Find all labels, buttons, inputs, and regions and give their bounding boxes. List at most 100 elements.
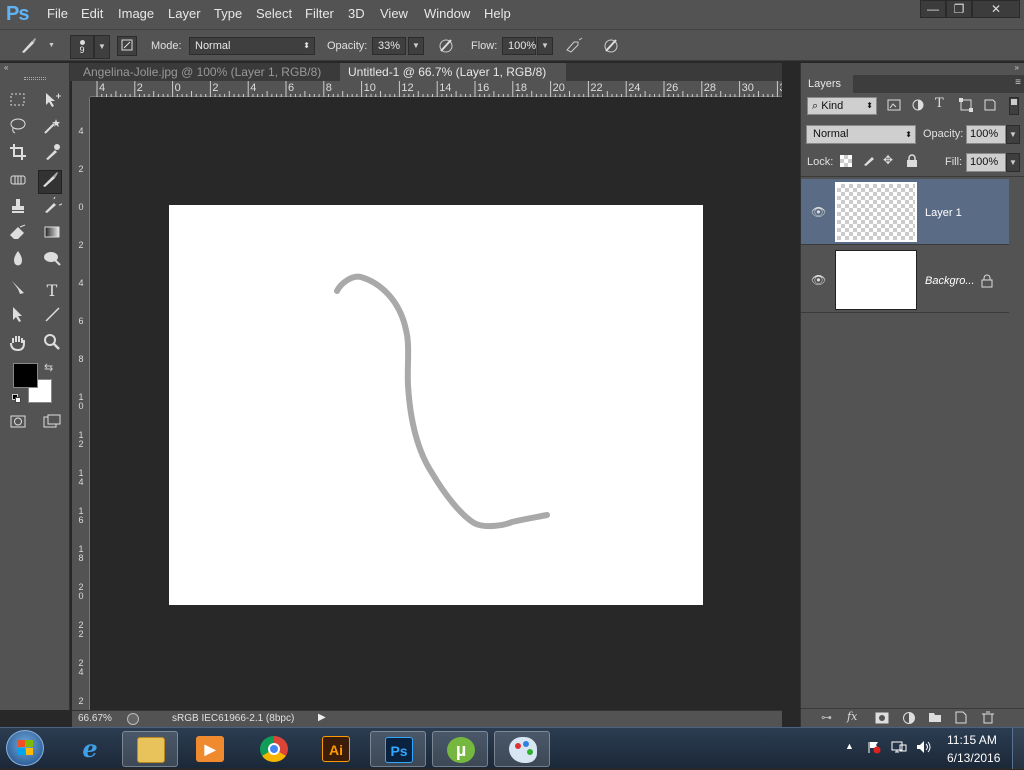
hand-tool-icon[interactable] bbox=[6, 333, 30, 357]
add-mask-icon[interactable] bbox=[875, 712, 889, 727]
collapse-toolbox-icon[interactable]: « bbox=[0, 63, 70, 73]
mode-select[interactable]: Normal ⬍ bbox=[189, 37, 315, 55]
opacity-input[interactable]: 33% bbox=[372, 37, 406, 55]
layer-row-layer-1[interactable]: 👁 Layer 1 bbox=[801, 179, 1009, 245]
panel-menu-icon[interactable]: ≡ bbox=[1015, 77, 1021, 88]
lock-position-icon[interactable]: ✥ bbox=[883, 153, 893, 167]
pressure-opacity-icon[interactable] bbox=[436, 36, 456, 56]
tab-layers[interactable]: Layers bbox=[801, 75, 853, 93]
menu-help[interactable]: Help bbox=[484, 6, 511, 21]
move-tool-icon[interactable] bbox=[40, 91, 64, 115]
pressure-size-icon[interactable] bbox=[601, 36, 621, 56]
new-group-icon[interactable] bbox=[928, 711, 942, 726]
foreground-color-swatch[interactable] bbox=[13, 363, 38, 388]
brush-tool-icon[interactable] bbox=[38, 170, 62, 194]
default-colors-icon[interactable] bbox=[12, 394, 22, 404]
restore-button[interactable]: ❐ bbox=[946, 0, 972, 18]
pen-tool-icon[interactable] bbox=[6, 279, 30, 303]
new-layer-icon[interactable] bbox=[955, 711, 967, 727]
brush-tool-preset-icon[interactable] bbox=[18, 36, 38, 56]
menu-type[interactable]: Type bbox=[214, 6, 242, 21]
swap-colors-icon[interactable]: ⇆ bbox=[44, 361, 53, 374]
blend-mode-select[interactable]: Normal ⬍ bbox=[806, 125, 916, 144]
tab-angelina-jolie[interactable]: Angelina-Jolie.jpg @ 100% (Layer 1, RGB/… bbox=[75, 63, 337, 97]
toolbox-grip[interactable] bbox=[24, 77, 46, 80]
visibility-eye-icon[interactable]: 👁 bbox=[811, 273, 826, 287]
file-explorer-icon[interactable] bbox=[122, 731, 178, 767]
filter-toggle[interactable] bbox=[1009, 97, 1019, 115]
chevron-down-icon[interactable]: ▼ bbox=[48, 42, 55, 49]
link-layers-icon[interactable]: ⊶ bbox=[821, 711, 832, 724]
line-tool-icon[interactable] bbox=[40, 305, 64, 329]
history-brush-tool-icon[interactable] bbox=[40, 194, 65, 221]
paint-icon[interactable] bbox=[494, 731, 550, 767]
layer-name[interactable]: Backgro... bbox=[925, 275, 975, 287]
tab-untitled-1[interactable]: Untitled-1 @ 66.7% (Layer 1, RGB/8) *× bbox=[340, 63, 566, 97]
status-menu-arrow-icon[interactable]: ▶ bbox=[318, 712, 326, 723]
delete-layer-icon[interactable] bbox=[982, 711, 994, 727]
utorrent-icon[interactable]: µ bbox=[432, 731, 488, 767]
eyedropper-tool-icon[interactable] bbox=[40, 143, 64, 167]
layer-opacity-dropdown[interactable]: ▼ bbox=[1006, 125, 1020, 144]
fx-icon[interactable]: fx bbox=[847, 710, 857, 723]
collapse-panel-icon[interactable]: » bbox=[801, 63, 1024, 73]
magic-wand-tool-icon[interactable] bbox=[40, 117, 64, 141]
crop-tool-icon[interactable] bbox=[6, 143, 30, 167]
clone-stamp-tool-icon[interactable] bbox=[6, 197, 30, 221]
dodge-tool-icon[interactable] bbox=[40, 249, 64, 273]
shape-filter-icon[interactable] bbox=[959, 98, 973, 112]
menu-file[interactable]: File bbox=[47, 6, 68, 21]
flow-input[interactable]: 100% bbox=[502, 37, 536, 55]
menu-3d[interactable]: 3D bbox=[348, 6, 365, 21]
menu-edit[interactable]: Edit bbox=[81, 6, 103, 21]
airbrush-icon[interactable] bbox=[564, 36, 584, 56]
menu-view[interactable]: View bbox=[380, 6, 408, 21]
pixel-filter-icon[interactable] bbox=[887, 98, 901, 112]
volume-icon[interactable] bbox=[916, 740, 932, 754]
gradient-tool-icon[interactable] bbox=[40, 223, 64, 247]
layer-row-background[interactable]: 👁 Backgro... bbox=[801, 247, 1009, 313]
healing-brush-tool-icon[interactable] bbox=[6, 171, 30, 195]
document-canvas[interactable] bbox=[169, 205, 703, 605]
lock-all-icon[interactable] bbox=[906, 154, 918, 171]
show-hidden-icons-icon[interactable]: ▲ bbox=[845, 741, 854, 751]
show-desktop-button[interactable] bbox=[1012, 728, 1024, 769]
action-center-icon[interactable] bbox=[867, 740, 881, 754]
chrome-icon[interactable] bbox=[246, 731, 302, 767]
share-icon[interactable] bbox=[127, 713, 139, 725]
menu-window[interactable]: Window bbox=[424, 6, 470, 21]
vertical-ruler[interactable]: 4 2 0 2 4 6 8 10 12 14 16 18 20 22 24 2 bbox=[72, 97, 90, 710]
menu-image[interactable]: Image bbox=[118, 6, 154, 21]
menu-layer[interactable]: Layer bbox=[168, 6, 201, 21]
clock-time[interactable]: 11:15 AM bbox=[947, 733, 997, 747]
layer-name[interactable]: Layer 1 bbox=[925, 207, 962, 219]
brush-picker-arrow[interactable]: ▼ bbox=[94, 35, 110, 59]
media-player-icon[interactable]: ▶ bbox=[182, 731, 238, 767]
marquee-tool-icon[interactable] bbox=[6, 91, 30, 115]
internet-explorer-icon[interactable]: e bbox=[62, 731, 118, 767]
type-tool-icon[interactable]: T bbox=[40, 279, 64, 303]
brush-panel-icon[interactable] bbox=[117, 36, 137, 56]
zoom-level[interactable]: 66.67% bbox=[78, 713, 112, 724]
type-filter-icon[interactable]: T bbox=[935, 96, 949, 111]
ruler-origin[interactable] bbox=[72, 81, 90, 97]
layer-opacity-input[interactable]: 100% bbox=[966, 125, 1006, 144]
path-selection-tool-icon[interactable] bbox=[6, 305, 30, 329]
visibility-eye-icon[interactable]: 👁 bbox=[811, 205, 826, 219]
adjustment-filter-icon[interactable] bbox=[911, 98, 925, 112]
eraser-tool-icon[interactable] bbox=[6, 223, 30, 247]
clock-date[interactable]: 6/13/2016 bbox=[947, 751, 1000, 765]
quick-mask-icon[interactable] bbox=[6, 413, 30, 437]
blur-tool-icon[interactable] bbox=[6, 249, 30, 273]
brush-size-picker[interactable]: 9 bbox=[70, 35, 94, 59]
horizontal-ruler[interactable]: 420246810121416182022242628303 bbox=[90, 81, 786, 97]
illustrator-icon[interactable]: Ai bbox=[308, 731, 364, 767]
lasso-tool-icon[interactable] bbox=[6, 117, 30, 141]
menu-select[interactable]: Select bbox=[256, 6, 292, 21]
opacity-dropdown[interactable]: ▼ bbox=[408, 37, 424, 55]
close-button[interactable]: ✕ bbox=[972, 0, 1020, 18]
layer-filter-select[interactable]: ⌕ Kind ⬍ bbox=[807, 97, 877, 115]
lock-transparent-icon[interactable] bbox=[840, 155, 852, 167]
lock-pixels-icon[interactable] bbox=[862, 153, 876, 170]
network-icon[interactable] bbox=[891, 740, 907, 754]
